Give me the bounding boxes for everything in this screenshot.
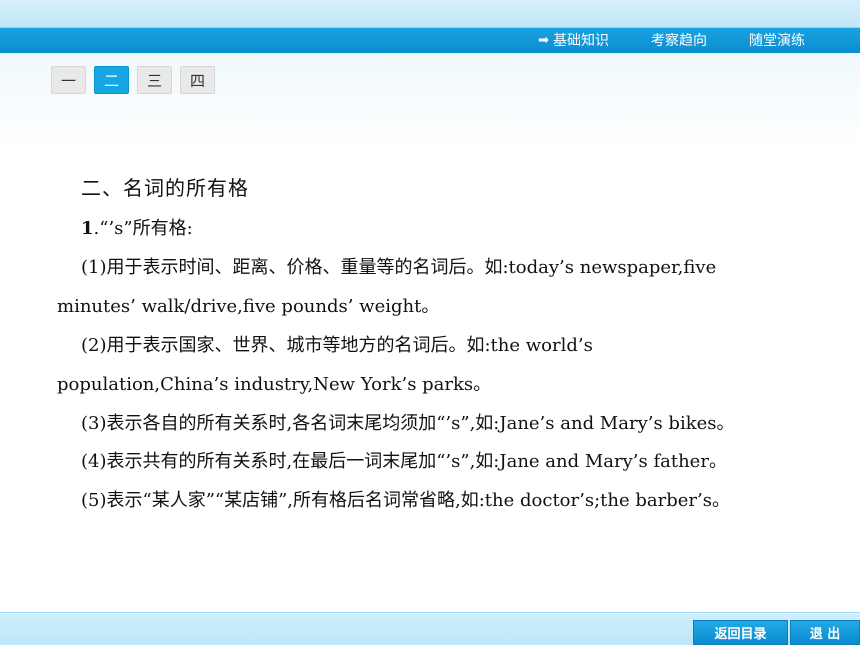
tab-section-4[interactable]: 四 [180,66,215,94]
footer-buttons: 返回目录 退 出 [693,620,860,645]
tab-section-2[interactable]: 二 [94,66,129,94]
content-line-3: (2)用于表示国家、世界、城市等地方的名词后。如:the world’s [81,335,593,356]
content-line-7: (5)表示“某人家”“某店铺”,所有格后名词常省略,如:the doctor’s… [81,490,730,511]
item-text: .“’s”所有格: [93,218,193,239]
nav-label: 随堂演练 [749,33,805,49]
tab-section-1[interactable]: 一 [51,66,86,94]
item-1-title: 1.“’s”所有格: [81,214,193,240]
nav-exam-trend[interactable]: 考察趋向 [651,30,707,50]
top-nav: ➡ 基础知识 考察趋向 随堂演练 [538,29,805,51]
exit-button[interactable]: 退 出 [790,620,860,645]
section-tabs: 一 二 三 四 [51,66,215,94]
back-to-contents-button[interactable]: 返回目录 [693,620,788,645]
content-line-5: (3)表示各自的所有关系时,各名词末尾均须加“’s”,如:Jane’s and … [81,413,735,434]
section-heading: 二、名词的所有格 [81,176,249,200]
nav-label: 考察趋向 [651,33,707,49]
slide-page: ➡ 基础知识 考察趋向 随堂演练 一 二 三 四 二、名词的所有格 1.“’s”… [0,0,860,645]
nav-class-practice[interactable]: 随堂演练 [749,30,805,50]
content-line-1: (1)用于表示时间、距离、价格、重量等的名词后。如:today’s newspa… [81,257,717,278]
arrow-right-icon: ➡ [538,32,549,48]
nav-label: 基础知识 [553,33,609,49]
top-light-band [0,0,860,27]
content-line-2: minutes’ walk/drive,five pounds’ weight。 [57,296,440,317]
content-line-6: (4)表示共有的所有关系时,在最后一词末尾加“’s”,如:Jane and Ma… [81,451,727,472]
item-number: 1 [81,218,94,239]
nav-basic-knowledge[interactable]: ➡ 基础知识 [538,30,609,50]
tab-section-3[interactable]: 三 [137,66,172,94]
content-line-4: population,China’s industry,New York’s p… [57,374,492,395]
